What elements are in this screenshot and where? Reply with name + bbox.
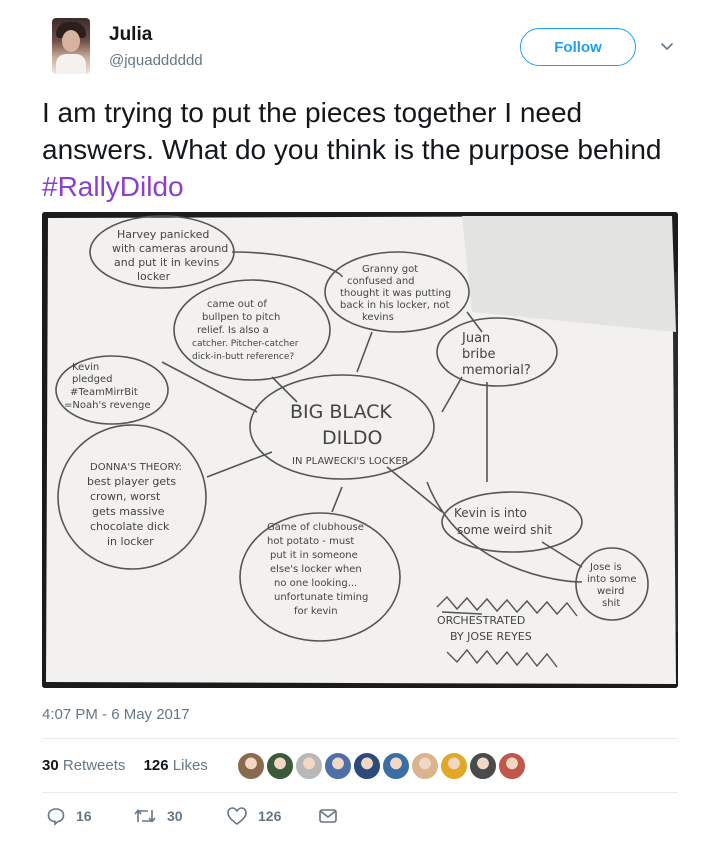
note-donna-2: best player gets bbox=[87, 475, 176, 488]
note-donna-6: in locker bbox=[107, 535, 154, 548]
note-harvey-4: locker bbox=[137, 270, 171, 283]
hashtag-link[interactable]: #RallyDildo bbox=[42, 171, 184, 202]
tweet-timestamp[interactable]: 4:07 PM - 6 May 2017 bbox=[42, 706, 190, 723]
note-kevin-weird-2: some weird shit bbox=[457, 523, 552, 537]
note-clubhouse-6: unfortunate timing bbox=[274, 592, 368, 603]
note-kevin-pledged-1: Kevin bbox=[72, 362, 99, 373]
liker-avatar[interactable] bbox=[411, 752, 439, 780]
liker-avatar[interactable] bbox=[324, 752, 352, 780]
note-clubhouse-4: else's locker when bbox=[270, 564, 362, 575]
divider-top bbox=[42, 738, 678, 739]
envelope-icon bbox=[319, 809, 337, 823]
note-donna-3: crown, worst bbox=[90, 490, 161, 503]
tweet-photo[interactable]: Harvey panicked with cameras around and … bbox=[42, 212, 678, 688]
like-button[interactable]: 126 bbox=[226, 806, 281, 826]
liker-avatar[interactable] bbox=[353, 752, 381, 780]
liker-avatar[interactable] bbox=[295, 752, 323, 780]
note-clubhouse-1: Game of clubhouse bbox=[267, 522, 364, 533]
display-name[interactable]: Julia bbox=[109, 24, 152, 46]
note-bullpen-3: relief. Is also a bbox=[197, 325, 269, 336]
note-granny-5: kevins bbox=[362, 312, 394, 323]
note-granny-1: Granny got bbox=[362, 264, 418, 275]
retweets-count[interactable]: 30 bbox=[42, 757, 59, 774]
note-center-2: DILDO bbox=[322, 427, 382, 449]
notes-drawing: Harvey panicked with cameras around and … bbox=[42, 212, 678, 688]
note-orchestrated-1: ORCHESTRATED bbox=[437, 614, 525, 627]
note-jose-2: into some bbox=[587, 574, 637, 585]
liker-avatar[interactable] bbox=[440, 752, 468, 780]
note-donna-5: chocolate dick bbox=[90, 520, 170, 533]
direct-message-button[interactable] bbox=[318, 806, 348, 826]
reply-button[interactable]: 16 bbox=[46, 806, 92, 826]
liker-avatar[interactable] bbox=[469, 752, 497, 780]
engagement-stats: 30 Retweets 126 Likes bbox=[42, 757, 208, 774]
likes-label[interactable]: Likes bbox=[173, 757, 208, 774]
retweets-label[interactable]: Retweets bbox=[63, 757, 126, 774]
note-harvey-1: Harvey panicked bbox=[117, 228, 209, 241]
liker-avatar[interactable] bbox=[498, 752, 526, 780]
note-granny-3: thought it was putting bbox=[340, 288, 451, 299]
note-clubhouse-3: put it in someone bbox=[270, 550, 358, 561]
note-donna-1: DONNA'S THEORY: bbox=[90, 462, 182, 473]
note-granny-2: confused and bbox=[347, 276, 415, 287]
note-jose-3: weird bbox=[597, 586, 624, 597]
reply-count: 16 bbox=[76, 808, 92, 824]
liker-avatar[interactable] bbox=[382, 752, 410, 780]
note-jose-4: shit bbox=[602, 598, 620, 609]
like-count: 126 bbox=[258, 808, 282, 824]
note-harvey-3: and put it in kevins bbox=[114, 256, 220, 269]
note-juan-1: Juan bbox=[461, 331, 490, 346]
note-clubhouse-7: for kevin bbox=[294, 606, 338, 617]
retweet-count: 30 bbox=[167, 808, 183, 824]
liker-avatar[interactable] bbox=[266, 752, 294, 780]
note-kevin-pledged-3: #TeamMirrBit bbox=[70, 387, 138, 398]
note-orchestrated-2: BY JOSE REYES bbox=[450, 630, 532, 643]
retweet-button[interactable]: 30 bbox=[133, 806, 183, 826]
reply-icon bbox=[47, 808, 65, 826]
note-kevin-pledged-4: =Noah's revenge bbox=[64, 400, 151, 411]
note-jose-1: Jose is bbox=[589, 562, 622, 573]
note-kevin-weird-1: Kevin is into bbox=[454, 506, 527, 520]
note-juan-3: memorial? bbox=[462, 363, 531, 378]
retweet-icon bbox=[134, 809, 156, 823]
tweet-text: I am trying to put the pieces together I… bbox=[42, 94, 682, 205]
note-kevin-pledged-2: pledged bbox=[72, 374, 112, 385]
note-bullpen-2: bullpen to pitch bbox=[202, 312, 280, 323]
note-harvey-2: with cameras around bbox=[112, 242, 228, 255]
liker-avatar[interactable] bbox=[237, 752, 265, 780]
note-juan-2: bribe bbox=[462, 347, 495, 362]
tweet-body: I am trying to put the pieces together I… bbox=[42, 97, 662, 165]
divider-bottom bbox=[42, 792, 678, 793]
note-bullpen-1: came out of bbox=[207, 299, 267, 310]
avatar-face bbox=[62, 30, 80, 52]
note-center-3: IN PLAWECKI'S LOCKER bbox=[292, 456, 409, 467]
user-handle[interactable]: @jquadddddd bbox=[109, 52, 203, 69]
note-donna-4: gets massive bbox=[92, 505, 165, 518]
chevron-down-icon[interactable] bbox=[660, 40, 674, 54]
note-bullpen-4: catcher. Pitcher-catcher bbox=[192, 339, 299, 349]
heart-icon bbox=[227, 807, 247, 825]
note-clubhouse-5: no one looking... bbox=[274, 578, 357, 589]
avatar[interactable] bbox=[52, 18, 90, 74]
avatar-shirt bbox=[56, 54, 86, 74]
note-bullpen-5: dick-in-butt reference? bbox=[192, 352, 294, 362]
note-center-1: BIG BLACK bbox=[290, 401, 392, 423]
note-granny-4: back in his locker, not bbox=[340, 300, 450, 311]
likes-count[interactable]: 126 bbox=[144, 757, 169, 774]
note-clubhouse-2: hot potato - must bbox=[267, 536, 354, 547]
follow-button[interactable]: Follow bbox=[520, 28, 636, 66]
